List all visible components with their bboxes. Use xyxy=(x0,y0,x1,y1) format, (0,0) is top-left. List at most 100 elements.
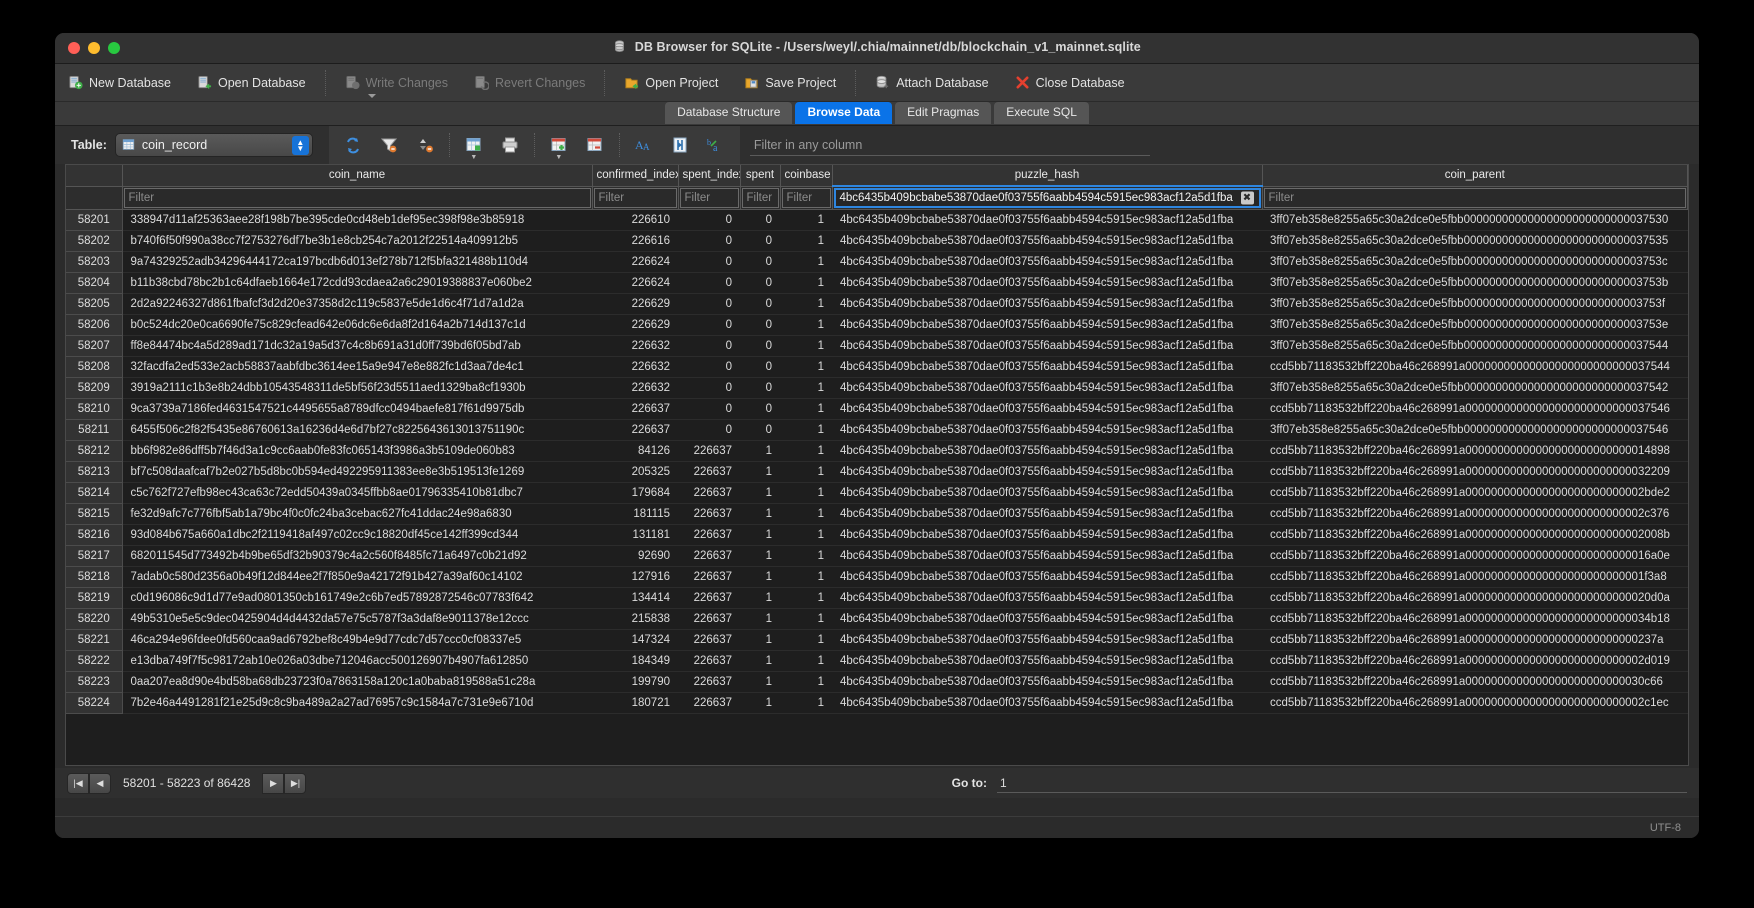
cell-coin_name[interactable]: bf7c508daafcaf7b2e027b5d8bc0b594ed492295… xyxy=(122,461,592,483)
cell-spent[interactable]: 1 xyxy=(740,629,780,651)
cell-spent_index[interactable]: 0 xyxy=(678,230,740,252)
cell-puzzle_hash[interactable]: 4bc6435b409bcbabe53870dae0f03755f6aabb45… xyxy=(832,398,1262,420)
cell-coin_name[interactable]: b740f6f50f990a38cc7f2753276df7be3b1e8cb2… xyxy=(122,230,592,252)
table-row[interactable]: 58201 338947d11af25363aee28f198b7be395cde… xyxy=(66,209,1688,231)
cell-puzzle_hash[interactable]: 4bc6435b409bcbabe53870dae0f03755f6aabb45… xyxy=(832,314,1262,336)
cell-puzzle_hash[interactable]: 4bc6435b409bcbabe53870dae0f03755f6aabb45… xyxy=(832,209,1262,231)
filter-input-coin_parent[interactable]: Filter xyxy=(1263,187,1686,208)
cell-confirmed_index[interactable]: 84126 xyxy=(592,440,678,462)
open-project-button[interactable]: Open Project xyxy=(611,68,731,98)
cell-confirmed_index[interactable]: 226632 xyxy=(592,377,678,399)
cell-coin_name[interactable]: 9a74329252adb34296444172ca197bcdb6d013ef… xyxy=(122,251,592,273)
cell-coin_name[interactable]: 46ca294e96fdee0fd560caa9ad6792bef8c49b4e… xyxy=(122,629,592,651)
cell-coin_parent[interactable]: ccd5bb71183532bff220ba46c268991a00000000… xyxy=(1262,629,1688,651)
table-row[interactable]: 58215 fe32d9afc7c776fbf5ab1a79bc4f0c0fc24… xyxy=(66,503,1688,525)
cell-coin_parent[interactable]: 3ff07eb358e8255a65c30a2dce0e5fbb00000000… xyxy=(1262,335,1688,357)
tab-database-structure[interactable]: Database Structure xyxy=(665,102,793,124)
cell-coin_parent[interactable]: ccd5bb71183532bff220ba46c268991a00000000… xyxy=(1262,524,1688,546)
cell-coin_parent[interactable]: ccd5bb71183532bff220ba46c268991a00000000… xyxy=(1262,503,1688,525)
table-row[interactable]: 58212 bb6f982e86dff5b7f46d3a1c9cc6aab0fe8… xyxy=(66,440,1688,462)
cell-confirmed_index[interactable]: 226624 xyxy=(592,251,678,273)
cell-coin_parent[interactable]: 3ff07eb358e8255a65c30a2dce0e5fbb00000000… xyxy=(1262,230,1688,252)
cell-spent_index[interactable]: 0 xyxy=(678,293,740,315)
cell-spent_index[interactable]: 226637 xyxy=(678,461,740,483)
cell-coin_parent[interactable]: 3ff07eb358e8255a65c30a2dce0e5fbb00000000… xyxy=(1262,419,1688,441)
cell-spent_index[interactable]: 0 xyxy=(678,251,740,273)
cell-coin_parent[interactable]: ccd5bb71183532bff220ba46c268991a00000000… xyxy=(1262,461,1688,483)
cell-spent[interactable]: 0 xyxy=(740,293,780,315)
cell-coin_parent[interactable]: ccd5bb71183532bff220ba46c268991a00000000… xyxy=(1262,692,1688,714)
cell-spent[interactable]: 1 xyxy=(740,608,780,630)
write-changes-button[interactable]: Write Changes xyxy=(332,68,461,98)
filter-input-spent[interactable]: Filter xyxy=(741,187,779,208)
row-number[interactable]: 58206 xyxy=(66,314,123,336)
cell-spent_index[interactable]: 226637 xyxy=(678,608,740,630)
table-row[interactable]: 58207 ff8e84474bc4a5d289ad171dc32a19a5d37… xyxy=(66,335,1688,357)
cell-coin_name[interactable]: 3919a2111c1b3e8b24dbb10543548311de5bf56f… xyxy=(122,377,592,399)
cell-puzzle_hash[interactable]: 4bc6435b409bcbabe53870dae0f03755f6aabb45… xyxy=(832,545,1262,567)
cell-coinbase[interactable]: 1 xyxy=(780,335,832,357)
cell-puzzle_hash[interactable]: 4bc6435b409bcbabe53870dae0f03755f6aabb45… xyxy=(832,230,1262,252)
cell-coin_parent[interactable]: ccd5bb71183532bff220ba46c268991a00000000… xyxy=(1262,671,1688,693)
cell-puzzle_hash[interactable]: 4bc6435b409bcbabe53870dae0f03755f6aabb45… xyxy=(832,377,1262,399)
column-header-coin_parent[interactable]: coin_parent xyxy=(1262,165,1688,187)
cell-spent_index[interactable]: 0 xyxy=(678,272,740,294)
cell-spent_index[interactable]: 0 xyxy=(678,209,740,231)
table-row[interactable]: 58211 6455f506c2f82f5435e86760613a16236d4… xyxy=(66,419,1688,441)
row-number[interactable]: 58211 xyxy=(66,419,123,441)
filter-input-spent_index[interactable]: Filter xyxy=(679,187,739,208)
cell-spent[interactable]: 1 xyxy=(740,671,780,693)
table-row[interactable]: 58222 e13dba749f7f5c98172ab10e026a03dbe71… xyxy=(66,650,1688,672)
close-database-button[interactable]: Close Database xyxy=(1002,68,1138,98)
cell-confirmed_index[interactable]: 226632 xyxy=(592,356,678,378)
cell-puzzle_hash[interactable]: 4bc6435b409bcbabe53870dae0f03755f6aabb45… xyxy=(832,356,1262,378)
row-number[interactable]: 58222 xyxy=(66,650,123,672)
cell-coin_name[interactable]: 9ca3739a7186fed4631547521c4495655a8789df… xyxy=(122,398,592,420)
cell-coin_parent[interactable]: ccd5bb71183532bff220ba46c268991a00000000… xyxy=(1262,398,1688,420)
table-row[interactable]: 58213 bf7c508daafcaf7b2e027b5d8bc0b594ed4… xyxy=(66,461,1688,483)
cell-coinbase[interactable]: 1 xyxy=(780,524,832,546)
cell-confirmed_index[interactable]: 147324 xyxy=(592,629,678,651)
cell-confirmed_index[interactable]: 226637 xyxy=(592,398,678,420)
table-select-stepper-icon[interactable]: ▲ ▼ xyxy=(291,136,309,155)
row-number[interactable]: 58217 xyxy=(66,545,123,567)
maximize-window-button[interactable] xyxy=(108,42,120,54)
cell-coin_name[interactable]: 32facdfa2ed533e2acb58837aabfdbc3614ee15a… xyxy=(122,356,592,378)
cell-puzzle_hash[interactable]: 4bc6435b409bcbabe53870dae0f03755f6aabb45… xyxy=(832,692,1262,714)
cell-confirmed_index[interactable]: 199790 xyxy=(592,671,678,693)
cell-spent[interactable]: 0 xyxy=(740,251,780,273)
cell-confirmed_index[interactable]: 131181 xyxy=(592,524,678,546)
table-row[interactable]: 58219 c0d196086c9d1d77e9ad0801350cb161749… xyxy=(66,587,1688,609)
row-number[interactable]: 58214 xyxy=(66,482,123,504)
cell-spent[interactable]: 0 xyxy=(740,377,780,399)
table-row[interactable]: 58220 49b5310e5e5c9dec0425904d4d4432da57e… xyxy=(66,608,1688,630)
cell-spent_index[interactable]: 226637 xyxy=(678,440,740,462)
row-number[interactable]: 58212 xyxy=(66,440,123,462)
cell-coinbase[interactable]: 1 xyxy=(780,587,832,609)
cell-spent[interactable]: 1 xyxy=(740,461,780,483)
cell-spent[interactable]: 0 xyxy=(740,419,780,441)
cell-spent[interactable]: 1 xyxy=(740,503,780,525)
table-row[interactable]: 58218 7adab0c580d2356a0b49f12d844ee2f7f85… xyxy=(66,566,1688,588)
cell-confirmed_index[interactable]: 226637 xyxy=(592,419,678,441)
cell-puzzle_hash[interactable]: 4bc6435b409bcbabe53870dae0f03755f6aabb45… xyxy=(832,335,1262,357)
cell-coin_name[interactable]: c5c762f727efb98ec43ca63c72edd50439a0345f… xyxy=(122,482,592,504)
cell-coinbase[interactable]: 1 xyxy=(780,251,832,273)
cell-confirmed_index[interactable]: 226616 xyxy=(592,230,678,252)
attach-database-button[interactable]: Attach Database xyxy=(862,68,1001,98)
cell-coin_parent[interactable]: 3ff07eb358e8255a65c30a2dce0e5fbb00000000… xyxy=(1262,251,1688,273)
cell-spent_index[interactable]: 226637 xyxy=(678,671,740,693)
table-row[interactable]: 58223 0aa207ea8d90e4bd58ba68db23723f0a786… xyxy=(66,671,1688,693)
cell-puzzle_hash[interactable]: 4bc6435b409bcbabe53870dae0f03755f6aabb45… xyxy=(832,524,1262,546)
cell-spent[interactable]: 1 xyxy=(740,440,780,462)
filter-input-puzzle_hash[interactable]: 4bc6435b409bcbabe53870dae0f03755f6aabb45… xyxy=(833,188,1261,208)
cell-spent[interactable]: 0 xyxy=(740,356,780,378)
row-number[interactable]: 58221 xyxy=(66,629,123,651)
cell-coinbase[interactable]: 1 xyxy=(780,461,832,483)
column-header-confirmed_index[interactable]: confirmed_index xyxy=(592,165,679,187)
cell-confirmed_index[interactable]: 226632 xyxy=(592,335,678,357)
cell-spent_index[interactable]: 0 xyxy=(678,335,740,357)
column-header-puzzle_hash[interactable]: puzzle_hash xyxy=(832,165,1263,187)
cell-coinbase[interactable]: 1 xyxy=(780,545,832,567)
cell-spent_index[interactable]: 226637 xyxy=(678,629,740,651)
